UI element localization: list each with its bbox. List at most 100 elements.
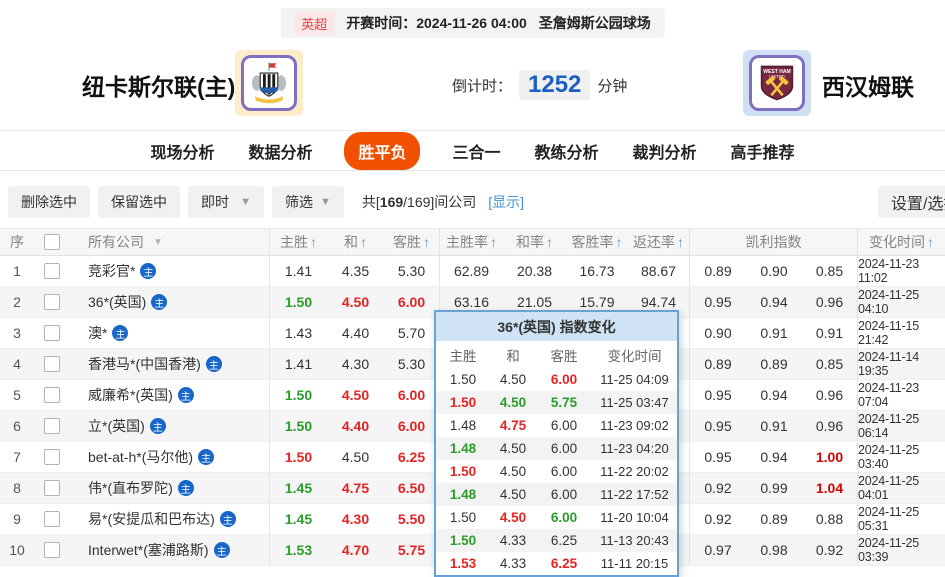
company-cell[interactable]: 伟*(直布罗陀) 主 <box>70 473 270 503</box>
popup-draw: 4.50 <box>499 464 527 479</box>
company-cell[interactable]: 立*(英国) 主 <box>70 411 270 441</box>
company-count-rest: /169]间公司 <box>403 194 477 210</box>
home-team-badge <box>235 50 303 116</box>
kelly-away: 0.88 <box>802 504 858 534</box>
change-time: 2024-11-25 06:14 <box>858 412 920 440</box>
company-cell[interactable]: 澳* 主 <box>70 318 270 348</box>
kelly-away: 0.91 <box>802 318 858 348</box>
odds-draw: 4.50 <box>341 387 370 403</box>
odds-home-win: 1.50 <box>284 418 313 434</box>
tab-2[interactable]: 数据分析 <box>246 132 314 170</box>
host-badge-icon: 主 <box>140 263 157 279</box>
odds-home-win: 1.53 <box>284 542 313 558</box>
sort-up-icon: ↑ <box>423 234 430 250</box>
payout-rate: 88.67 <box>628 256 690 286</box>
settings-button[interactable]: 设置/选择 <box>878 186 945 218</box>
odds-home-win: 1.41 <box>284 356 313 372</box>
league-badge[interactable]: 英超 <box>294 11 335 35</box>
kelly-home: 0.89 <box>704 263 732 279</box>
venue: 圣詹姆斯公园球场 <box>538 15 651 31</box>
popup-draw: 4.33 <box>499 533 527 548</box>
sort-up-icon: ↑ <box>360 234 367 250</box>
filter-dropdown[interactable]: 筛选 ▼ <box>272 186 344 218</box>
company-cell[interactable]: Interwet*(塞浦路斯) 主 <box>70 535 270 565</box>
tab-1[interactable]: 现场分析 <box>148 132 216 170</box>
popup-away-win: 6.00 <box>550 441 578 456</box>
odds-draw: 4.75 <box>341 480 370 496</box>
odds-home-win: 1.41 <box>284 263 313 279</box>
header-payout-rate[interactable]: 返还率 ↑ <box>628 229 690 255</box>
popup-draw: 4.50 <box>499 372 527 387</box>
popup-header-home-win: 主胜 <box>449 348 477 364</box>
row-checkbox[interactable] <box>34 535 70 565</box>
row-checkbox[interactable] <box>34 256 70 286</box>
chevron-down-icon: ▼ <box>153 236 163 248</box>
draw-rate: 20.38 <box>516 263 553 279</box>
popup-change-time: 11-23 09:02 <box>600 418 669 433</box>
header-home-win[interactable]: 主胜 ↑ <box>270 229 327 255</box>
header-away-win[interactable]: 客胜 ↑ <box>384 229 440 255</box>
popup-home-win: 1.50 <box>449 533 477 548</box>
popup-home-win: 1.48 <box>449 487 477 502</box>
select-all-checkbox[interactable] <box>34 229 70 255</box>
home-team-name: 纽卡斯尔联(主) <box>82 74 236 100</box>
popup-draw: 4.75 <box>499 418 527 433</box>
header-change-time[interactable]: 变化时间 ↑ <box>858 229 945 255</box>
company-cell[interactable]: 香港马*(中国香港) 主 <box>70 349 270 379</box>
header-away-rate[interactable]: 客胜率 ↑ <box>566 229 628 255</box>
row-checkbox[interactable] <box>34 442 70 472</box>
popup-home-win: 1.48 <box>449 418 477 433</box>
popup-change-time: 11-25 04:09 <box>600 372 669 387</box>
company-count-current: 169 <box>379 194 404 210</box>
toolbar: 删除选中 保留选中 即时 ▼ 筛选 ▼ 共[169/169]间公司 [显示] <box>8 186 524 218</box>
popup-away-win: 6.00 <box>550 372 578 387</box>
delete-selected-button[interactable]: 删除选中 <box>8 186 90 218</box>
row-checkbox[interactable] <box>34 318 70 348</box>
kelly-away: 1.04 <box>802 473 858 503</box>
odds-away-win: 6.00 <box>384 287 440 317</box>
row-checkbox[interactable] <box>34 411 70 441</box>
kelly-home: 0.95 <box>704 449 732 465</box>
popup-home-win: 1.50 <box>449 464 477 479</box>
company-cell[interactable]: 竞彩官* 主 <box>70 256 270 286</box>
header-home-rate[interactable]: 主胜率 ↑ <box>440 229 503 255</box>
row-index: 3 <box>13 325 21 341</box>
popup-away-win: 6.00 <box>550 510 578 525</box>
header-draw-rate[interactable]: 和率 ↑ <box>503 229 566 255</box>
company-cell[interactable]: 36*(英国) 主 <box>70 287 270 317</box>
row-checkbox[interactable] <box>34 287 70 317</box>
header-company[interactable]: 所有公司 ▼ <box>70 229 270 255</box>
company-cell[interactable]: 威廉希*(英国) 主 <box>70 380 270 410</box>
kelly-away: 0.85 <box>802 256 858 286</box>
kickoff-time: 开赛时间：2024-11-26 04:00 <box>346 13 527 33</box>
tab-4[interactable]: 三合一 <box>450 132 502 170</box>
company-cell[interactable]: 易*(安提瓜和巴布达) 主 <box>70 504 270 534</box>
tab-3[interactable]: 胜平负 <box>344 131 421 170</box>
kelly-home: 0.95 <box>704 387 732 403</box>
company-count-prefix: 共[ <box>361 194 380 210</box>
odds-away-win: 5.75 <box>384 535 440 565</box>
row-checkbox[interactable] <box>34 504 70 534</box>
live-odds-dropdown[interactable]: 即时 ▼ <box>188 186 264 218</box>
tab-5[interactable]: 教练分析 <box>533 132 601 170</box>
host-badge-icon: 主 <box>213 542 230 558</box>
popup-row: 1.50 4.50 6.00 11-20 10:04 <box>436 506 677 529</box>
odds-home-win: 1.43 <box>284 325 313 341</box>
company-cell[interactable]: bet-at-h*(马尔他) 主 <box>70 442 270 472</box>
odds-away-win: 6.00 <box>384 380 440 410</box>
popup-draw: 4.50 <box>499 510 527 525</box>
popup-away-win: 6.00 <box>550 487 578 502</box>
countdown-unit: 分钟 <box>597 77 628 95</box>
odds-draw: 4.30 <box>341 511 370 527</box>
show-link[interactable]: [显示] <box>488 192 524 212</box>
keep-selected-button[interactable]: 保留选中 <box>98 186 180 218</box>
change-time: 2024-11-23 07:04 <box>858 381 920 409</box>
header-index: 序 <box>10 234 24 250</box>
tab-7[interactable]: 高手推荐 <box>729 132 797 170</box>
row-checkbox[interactable] <box>34 349 70 379</box>
kelly-draw: 0.91 <box>760 325 788 341</box>
row-checkbox[interactable] <box>34 380 70 410</box>
tab-6[interactable]: 裁判分析 <box>631 132 699 170</box>
row-checkbox[interactable] <box>34 473 70 503</box>
header-draw[interactable]: 和 ↑ <box>327 229 384 255</box>
